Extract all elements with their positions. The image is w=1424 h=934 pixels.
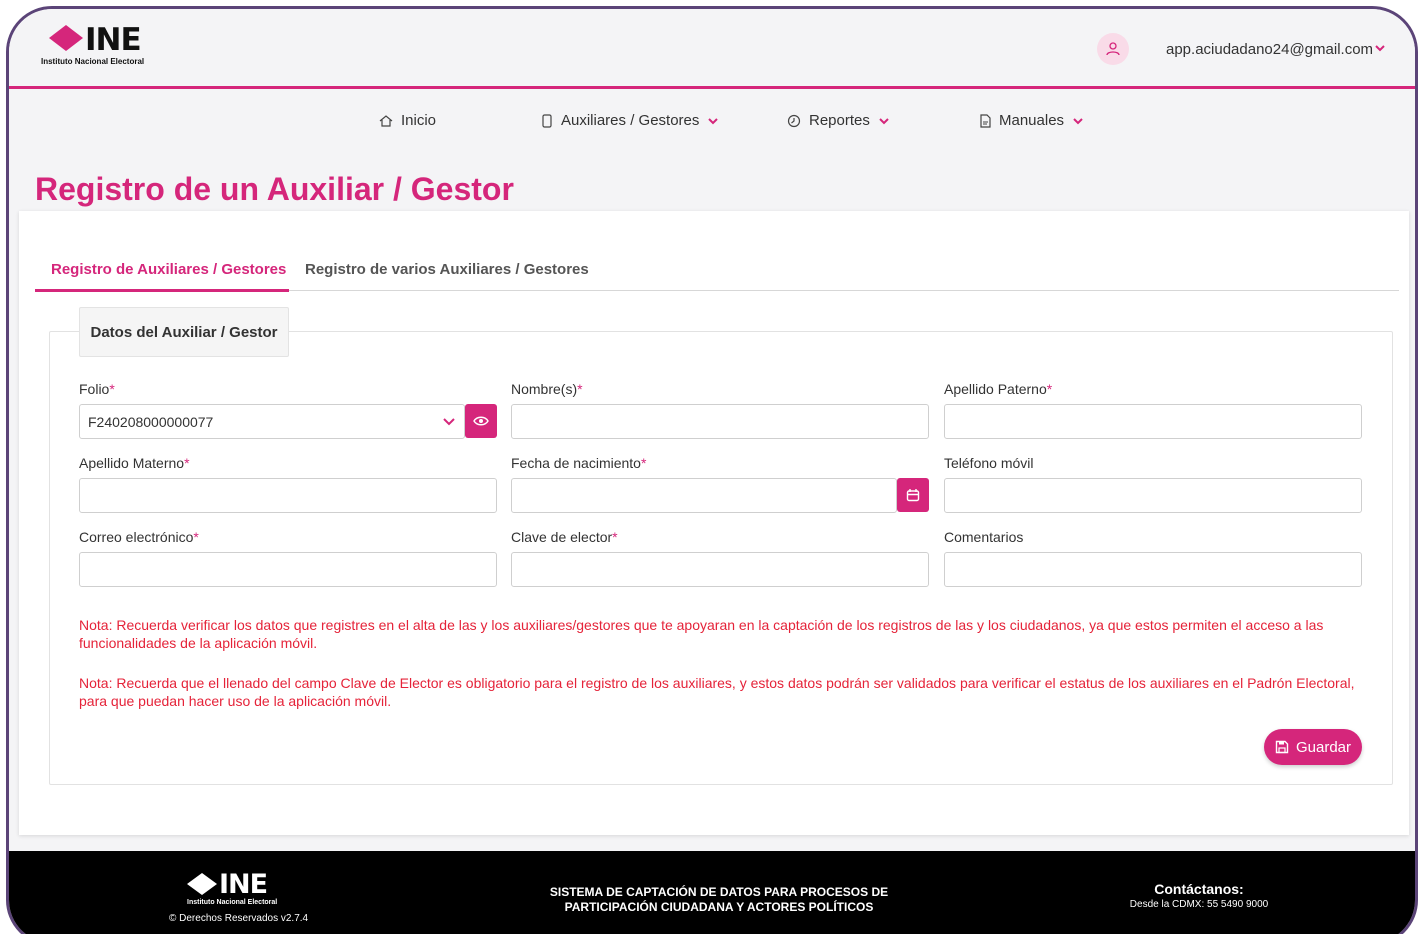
view-folio-button[interactable] [465, 404, 497, 438]
nombre-label: Nombre(s)* [511, 381, 583, 397]
label-text: Nombre(s) [511, 381, 578, 397]
apellido-paterno-input[interactable] [944, 404, 1362, 439]
nav-label: Auxiliares / Gestores [561, 112, 700, 129]
required-mark: * [640, 455, 647, 471]
save-icon [1275, 740, 1289, 754]
comentarios-label: Comentarios [944, 529, 1024, 545]
clave-elector-input[interactable] [511, 552, 929, 587]
fecha-nacimiento-label: Fecha de nacimiento* [511, 455, 646, 471]
diamond-icon [187, 873, 217, 895]
system-name-line: SISTEMA DE CAPTACIÓN DE DATOS PARA PROCE… [549, 885, 889, 899]
footer-logo: INE Instituto Nacional Electoral [169, 869, 329, 919]
nav-label: Manuales [999, 112, 1065, 129]
telefono-input[interactable] [944, 478, 1362, 513]
folio-label: Folio* [79, 381, 115, 397]
nav-item-reportes[interactable]: Reportes [787, 112, 890, 129]
note-verificar-datos: Nota: Recuerda verificar los datos que r… [79, 617, 1324, 651]
page-title: Registro de un Auxiliar / Gestor [35, 171, 514, 207]
system-name-line: PARTICIPACIÓN CIUDADANA Y ACTORES POLÍTI… [564, 900, 874, 914]
nav-label: Inicio [401, 112, 437, 129]
note-clave-elector: Nota: Recuerda que el llenado del campo … [79, 675, 1355, 709]
app-window: INE Instituto Nacional Electoral app.aci… [6, 6, 1418, 934]
user-email[interactable]: app.aciudadano24@gmail.com [1166, 41, 1373, 58]
main-nav: Inicio Auxiliares / Gestores Reportes Ma… [9, 92, 1415, 152]
chevron-down-icon[interactable] [1374, 43, 1386, 53]
required-mark: * [184, 455, 190, 471]
user-icon [1106, 42, 1120, 56]
clave-elector-label: Clave de elector* [511, 529, 618, 545]
clock-icon [787, 114, 801, 127]
nav-item-auxiliares[interactable]: Auxiliares / Gestores [541, 112, 719, 129]
home-icon [379, 114, 393, 127]
comentarios-input[interactable] [944, 552, 1362, 587]
label-text: Apellido Paterno [944, 381, 1047, 397]
label-text: Apellido Materno [79, 455, 185, 471]
contact-title: Contáctanos: [1154, 881, 1244, 897]
correo-label: Correo electrónico* [79, 529, 199, 545]
page-footer: INE Instituto Nacional Electoral © Derec… [9, 851, 1415, 934]
contact-phone[interactable]: Desde la CDMX: 55 5490 9000 [1099, 899, 1299, 910]
chevron-down-icon [1073, 117, 1083, 124]
label-text: Correo electrónico [79, 529, 194, 545]
required-mark: * [1046, 381, 1053, 397]
registration-card: Registro de Auxiliares / Gestores Regist… [19, 211, 1409, 835]
correo-input[interactable] [79, 552, 497, 587]
tab-bar: Registro de Auxiliares / Gestores Regist… [35, 247, 1399, 292]
required-mark: * [109, 381, 115, 397]
required-mark: * [612, 529, 618, 545]
save-button[interactable]: Guardar [1264, 729, 1362, 765]
user-avatar[interactable] [1097, 33, 1129, 65]
logo-subtitle: Instituto Nacional Electoral [41, 57, 145, 66]
required-mark: * [577, 381, 583, 397]
required-mark: * [193, 529, 199, 545]
calendar-button[interactable] [897, 478, 929, 512]
nav-item-inicio[interactable]: Inicio [379, 112, 436, 129]
tab-registro-individual[interactable]: Registro de Auxiliares / Gestores [51, 261, 286, 278]
chevron-down-icon [708, 117, 719, 124]
folio-select[interactable]: F240208000000077 [79, 404, 465, 439]
chevron-down-icon [879, 117, 889, 124]
section-title: Datos del Auxiliar / Gestor [79, 307, 289, 357]
logo-text: INE [85, 22, 142, 58]
label-text: Fecha de nacimiento [511, 455, 641, 471]
diamond-icon [49, 25, 83, 51]
label-text: Folio [79, 381, 110, 397]
active-tab-indicator [35, 289, 289, 292]
calendar-icon [906, 489, 920, 502]
fecha-nacimiento-input[interactable] [511, 478, 897, 513]
phone-icon [542, 113, 552, 128]
system-name: SISTEMA DE CAPTACIÓN DE DATOS PARA PROCE… [509, 885, 929, 915]
save-label: Guardar [1295, 738, 1352, 756]
eye-icon [473, 416, 489, 426]
top-header: INE Instituto Nacional Electoral app.aci… [9, 9, 1415, 89]
nav-item-manuales[interactable]: Manuales [979, 112, 1084, 129]
apellido-paterno-label: Apellido Paterno* [944, 381, 1052, 397]
copyright: © Derechos Reservados v2.7.4 [169, 913, 309, 924]
label-text: Clave de elector [511, 529, 613, 545]
apellido-materno-input[interactable] [79, 478, 497, 513]
chevron-down-icon [443, 417, 455, 425]
footer-logo-subtitle: Instituto Nacional Electoral [187, 899, 278, 906]
folio-value: F240208000000077 [88, 413, 214, 430]
telefono-label: Teléfono móvil [944, 455, 1034, 471]
apellido-materno-label: Apellido Materno* [79, 455, 190, 471]
footer-logo-text: INE [219, 869, 268, 900]
nav-label: Reportes [809, 112, 870, 129]
tab-registro-varios[interactable]: Registro de varios Auxiliares / Gestores [305, 261, 589, 278]
document-icon [980, 113, 991, 128]
ine-logo[interactable]: INE Instituto Nacional Electoral [41, 21, 191, 71]
nombre-input[interactable] [511, 404, 929, 439]
